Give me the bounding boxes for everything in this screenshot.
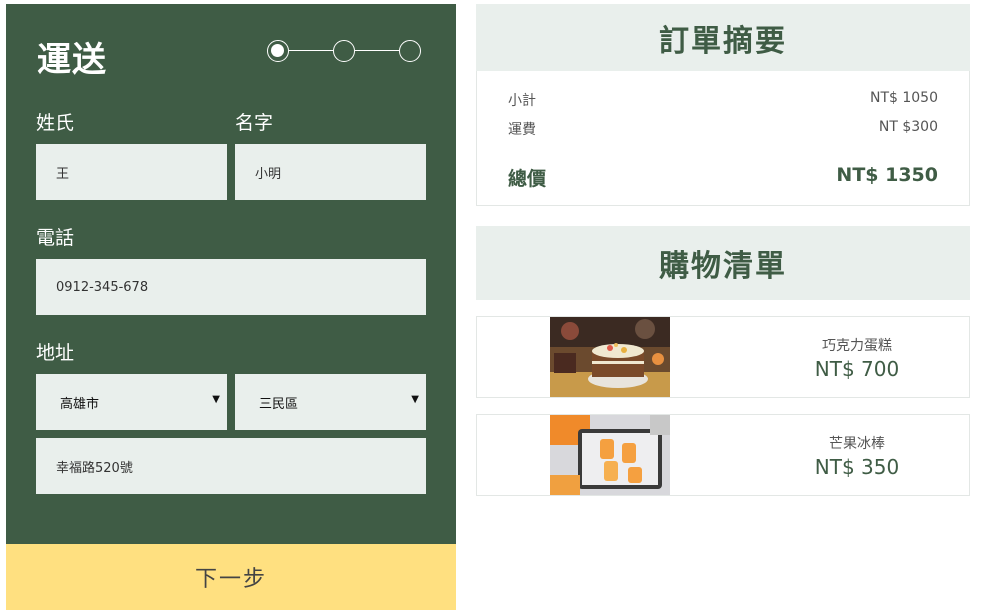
shipping-title: 運送 (37, 40, 107, 80)
chevron-down-icon: ▼ (212, 394, 220, 405)
order-summary-title: 訂單摘要 (659, 23, 787, 59)
step-3-dot (399, 40, 421, 62)
first-name-input[interactable]: 小明 (235, 144, 426, 200)
step-connector (355, 50, 399, 51)
cart-title: 購物清單 (659, 249, 787, 284)
chocolate-cake-image (550, 317, 670, 397)
subtotal-label: 小計 (508, 93, 536, 109)
order-summary-box: 小計 NT$ 1050 運費 NT $300 總價 NT$ 1350 (476, 71, 970, 206)
step-indicator (267, 40, 421, 62)
street-input[interactable]: 幸福路520號 (36, 438, 426, 494)
phone-value: 0912-345-678 (56, 279, 149, 295)
cart-item-name: 巧克力蛋糕 (822, 338, 892, 354)
shipping-fee-value: NT $300 (878, 119, 938, 135)
chevron-down-icon: ▼ (411, 394, 419, 405)
cart-item-price: NT$ 350 (814, 455, 900, 479)
cart-header: 購物清單 (476, 226, 970, 300)
city-select[interactable]: 高雄市 ▼ (36, 374, 227, 430)
total-value: NT$ 1350 (836, 164, 938, 186)
total-row: 總價 NT$ 1350 (508, 164, 938, 191)
order-summary-header: 訂單摘要 (476, 4, 970, 71)
next-step-button[interactable]: 下一步 (6, 544, 456, 610)
subtotal-row: 小計 NT$ 1050 (508, 90, 938, 110)
mango-popsicle-image (550, 415, 670, 495)
cart-item-price: NT$ 700 (814, 357, 900, 381)
step-2-dot (333, 40, 355, 62)
shipping-panel: 運送 姓氏 名字 王 小明 電話 0912-345-678 地址 高雄市 ▼ 三… (6, 4, 456, 544)
cart-item[interactable]: 巧克力蛋糕 NT$ 700 (476, 316, 970, 398)
step-1-dot (267, 40, 289, 62)
step-connector (289, 50, 333, 51)
cart-item-name: 芒果冰棒 (829, 436, 885, 452)
last-name-label: 姓氏 (36, 112, 75, 134)
phone-label: 電話 (36, 227, 75, 249)
first-name-value: 小明 (255, 166, 282, 182)
last-name-value: 王 (56, 166, 70, 182)
shipping-fee-row: 運費 NT $300 (508, 119, 938, 139)
street-value: 幸福路520號 (56, 460, 133, 476)
district-select[interactable]: 三民區 ▼ (235, 374, 426, 430)
address-label: 地址 (36, 342, 75, 364)
subtotal-value: NT$ 1050 (869, 90, 938, 106)
next-step-label: 下一步 (194, 567, 267, 592)
first-name-label: 名字 (235, 112, 274, 134)
city-value: 高雄市 (60, 396, 100, 412)
total-label: 總價 (508, 168, 547, 190)
district-value: 三民區 (259, 396, 299, 412)
phone-input[interactable]: 0912-345-678 (36, 259, 426, 315)
cart-item[interactable]: 芒果冰棒 NT$ 350 (476, 414, 970, 496)
last-name-input[interactable]: 王 (36, 144, 227, 200)
shipping-fee-label: 運費 (508, 122, 536, 138)
